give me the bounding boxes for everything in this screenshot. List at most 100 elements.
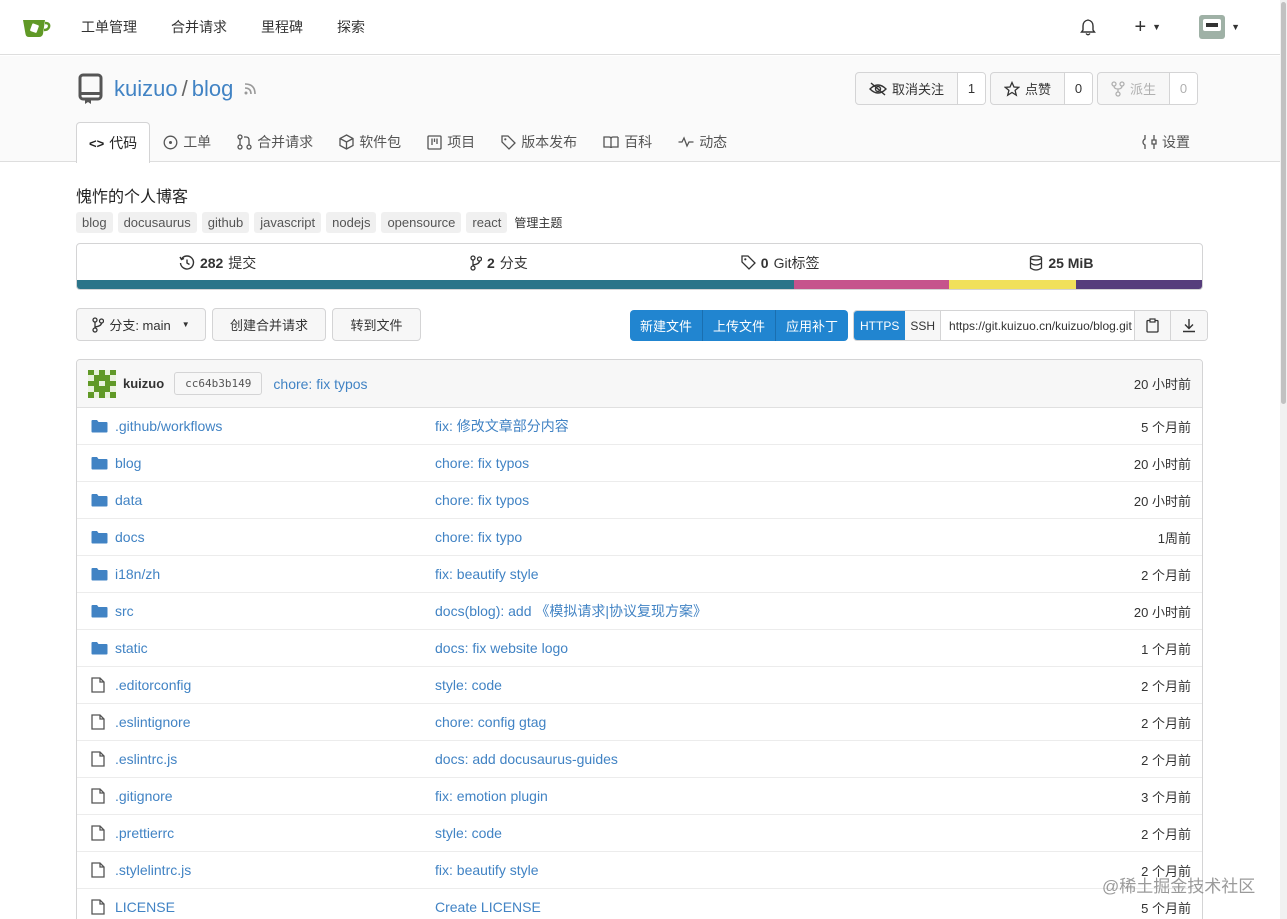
commits-count: 282 xyxy=(199,254,224,271)
repo-size: 25 MiB xyxy=(1048,254,1094,271)
notifications-bell-icon[interactable] xyxy=(1080,18,1097,36)
stars-count[interactable]: 0 xyxy=(1063,73,1092,104)
repo-owner-link[interactable]: kuizuo xyxy=(114,76,178,102)
branch-selector[interactable]: 分支: main ▼ xyxy=(76,308,206,341)
tab-projects[interactable]: 项目 xyxy=(414,122,488,162)
file-commit-message[interactable]: chore: fix typos xyxy=(435,492,529,508)
file-name-link[interactable]: blog xyxy=(115,455,141,471)
file-name-link[interactable]: data xyxy=(115,492,142,508)
goto-file-button[interactable]: 转到文件 xyxy=(332,308,421,341)
fork-button[interactable]: 派生 0 xyxy=(1096,72,1198,105)
gitea-logo-icon[interactable] xyxy=(21,15,51,39)
manage-topics-link[interactable]: 管理主题 xyxy=(514,214,562,231)
commit-author[interactable]: kuizuo xyxy=(123,376,164,391)
file-commit-message[interactable]: fix: beautify style xyxy=(435,862,539,878)
tab-packages[interactable]: 软件包 xyxy=(326,122,414,162)
tab-settings[interactable]: 设置 xyxy=(1142,122,1190,162)
file-commit-message[interactable]: docs: add docusaurus-guides xyxy=(435,751,618,767)
file-icon xyxy=(91,714,108,730)
file-commit-message[interactable]: fix: beautify style xyxy=(435,566,539,582)
file-name-link[interactable]: .eslintrc.js xyxy=(115,751,177,767)
scrollbar-thumb[interactable] xyxy=(1281,2,1286,404)
tab-pull-requests[interactable]: 合并请求 xyxy=(224,122,326,162)
topic-tag[interactable]: javascript xyxy=(254,211,322,233)
file-commit-message[interactable]: docs(blog): add 《模拟请求|协议复现方案》 xyxy=(435,601,707,621)
file-commit-message[interactable]: chore: config gtag xyxy=(435,714,546,730)
watchers-count[interactable]: 1 xyxy=(956,73,985,104)
file-commit-message[interactable]: fix: 修改文章部分内容 xyxy=(435,416,569,436)
upload-file-button[interactable]: 上传文件 xyxy=(703,310,777,341)
nav-milestones[interactable]: 里程碑 xyxy=(261,17,303,37)
file-row: static docs: fix website logo 1 个月前 xyxy=(77,630,1202,667)
file-commit-message[interactable]: docs: fix website logo xyxy=(435,640,568,656)
file-commit-message[interactable]: style: code xyxy=(435,825,502,841)
file-commit-message[interactable]: chore: fix typos xyxy=(435,455,529,471)
download-button[interactable] xyxy=(1171,311,1208,340)
language-bar[interactable] xyxy=(77,280,1202,289)
language-bar-segment[interactable] xyxy=(793,280,949,289)
file-name-link[interactable]: .github/workflows xyxy=(115,418,222,434)
user-menu[interactable]: ▼ xyxy=(1199,15,1240,39)
tab-activity[interactable]: 动态 xyxy=(665,122,740,162)
star-label: 点赞 xyxy=(1024,82,1051,97)
topic-tag[interactable]: opensource xyxy=(381,211,462,233)
tab-code[interactable]: <> 代码 xyxy=(76,122,151,163)
tags-label: Git标签 xyxy=(773,254,820,271)
nav-issues[interactable]: 工单管理 xyxy=(81,17,137,37)
file-name-link[interactable]: docs xyxy=(115,529,145,545)
file-name-link[interactable]: .prettierrc xyxy=(115,825,174,841)
file-name-link[interactable]: .editorconfig xyxy=(115,677,191,693)
file-name-link[interactable]: src xyxy=(115,603,134,619)
apply-patch-button[interactable]: 应用补丁 xyxy=(776,310,849,341)
language-bar-segment[interactable] xyxy=(948,280,1076,289)
page-scrollbar[interactable] xyxy=(1280,0,1287,919)
file-name-link[interactable]: i18n/zh xyxy=(115,566,160,582)
clone-panel: HTTPS SSH https://git.kuizuo.cn/kuizuo/b… xyxy=(853,310,1209,341)
rss-feed-icon[interactable] xyxy=(243,80,259,99)
file-commit-message[interactable]: Create LICENSE xyxy=(435,899,541,915)
create-new-menu[interactable]: + ▼ xyxy=(1134,17,1161,37)
repo-path-separator: / xyxy=(181,76,188,101)
tab-releases[interactable]: 版本发布 xyxy=(488,122,590,162)
file-commit-message[interactable]: fix: emotion plugin xyxy=(435,788,548,804)
file-commit-message[interactable]: chore: fix typo xyxy=(435,529,522,545)
tab-wiki[interactable]: 百科 xyxy=(590,122,665,162)
file-name-link[interactable]: LICENSE xyxy=(115,899,175,915)
tags-stat[interactable]: 0 Git标签 xyxy=(640,253,921,273)
unwatch-button[interactable]: 取消关注 1 xyxy=(854,72,986,105)
language-bar-segment[interactable] xyxy=(1076,280,1202,289)
language-bar-segment[interactable] xyxy=(77,280,794,289)
commit-sha[interactable]: cc64b3b149 xyxy=(174,372,263,395)
new-pull-request-button[interactable]: 创建合并请求 xyxy=(212,308,326,341)
file-commit-message[interactable]: style: code xyxy=(435,677,502,693)
file-name-link[interactable]: .gitignore xyxy=(115,788,173,804)
topic-tag[interactable]: nodejs xyxy=(326,211,377,233)
copy-url-button[interactable] xyxy=(1135,311,1172,340)
nav-explore[interactable]: 探索 xyxy=(337,17,365,37)
topic-tag[interactable]: github xyxy=(201,211,250,233)
commits-stat[interactable]: 282 提交 xyxy=(77,253,358,273)
file-commit-time: 1周前 xyxy=(1157,530,1191,546)
topic-tag[interactable]: docusaurus xyxy=(117,211,197,233)
https-clone-button[interactable]: HTTPS xyxy=(854,311,906,340)
star-button[interactable]: 点赞 0 xyxy=(989,72,1093,105)
ssh-clone-button[interactable]: SSH xyxy=(905,311,942,340)
file-name-link[interactable]: .eslintignore xyxy=(115,714,191,730)
tab-releases-label: 版本发布 xyxy=(521,134,578,150)
tab-issues[interactable]: 工单 xyxy=(150,122,224,162)
forks-count[interactable]: 0 xyxy=(1169,73,1197,104)
topic-tag[interactable]: react xyxy=(466,211,508,233)
clone-url-input[interactable]: https://git.kuizuo.cn/kuizuo/blog.git xyxy=(941,311,1136,340)
new-file-button[interactable]: 新建文件 xyxy=(630,310,704,341)
branches-count: 2 xyxy=(486,254,495,271)
commit-author-avatar[interactable] xyxy=(88,369,116,398)
branches-stat[interactable]: 2 分支 xyxy=(358,253,639,273)
file-commit-time: 3 个月前 xyxy=(1141,789,1191,805)
unwatch-label: 取消关注 xyxy=(891,82,944,97)
repo-name-link[interactable]: blog xyxy=(192,76,234,102)
file-name-link[interactable]: static xyxy=(115,640,148,656)
topic-tag[interactable]: blog xyxy=(76,211,113,233)
commit-message[interactable]: chore: fix typos xyxy=(273,376,367,392)
file-name-link[interactable]: .stylelintrc.js xyxy=(115,862,191,878)
nav-pull-requests[interactable]: 合并请求 xyxy=(171,17,227,37)
